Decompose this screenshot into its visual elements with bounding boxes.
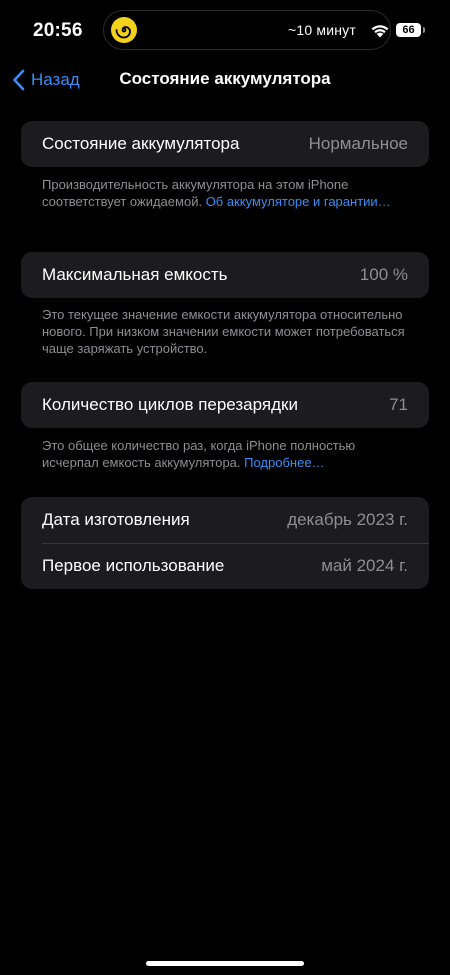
battery-state-group: Состояние аккумулятора Нормальное xyxy=(21,121,429,167)
wifi-icon xyxy=(371,25,389,38)
cycle-count-value: 71 xyxy=(389,395,408,414)
learn-more-link[interactable]: Подробнее… xyxy=(244,455,324,470)
manufacture-date-row: Дата изготовления декабрь 2023 г. xyxy=(21,497,429,543)
battery-state-label: Состояние аккумулятора xyxy=(42,134,240,153)
cycle-count-row: Количество циклов перезарядки 71 xyxy=(21,382,429,428)
manufacture-date-label: Дата изготовления xyxy=(42,510,190,529)
home-indicator[interactable] xyxy=(146,961,304,966)
first-use-label: Первое использование xyxy=(42,556,225,575)
status-time: 20:56 xyxy=(33,20,83,41)
timer-remaining: ~10 минут xyxy=(287,22,356,38)
cycle-count-label: Количество циклов перезарядки xyxy=(42,395,298,414)
battery-state-value: Нормальное xyxy=(308,134,408,153)
battery-icon: 66 xyxy=(396,23,425,37)
manufacture-date-value: декабрь 2023 г. xyxy=(287,510,408,529)
dynamic-island[interactable]: ~10 минут xyxy=(103,10,391,50)
back-label: Назад xyxy=(31,70,80,89)
max-capacity-footer-text: Это текущее значение емкости аккумулятор… xyxy=(42,307,405,356)
battery-state-footer: Производительность аккумулятора на этом … xyxy=(42,176,412,210)
dates-group: Дата изготовления декабрь 2023 г. Первое… xyxy=(21,497,429,589)
status-bar: 20:56 ~10 минут 66 xyxy=(0,0,450,60)
first-use-row: Первое использование май 2024 г. xyxy=(21,543,429,589)
battery-level: 66 xyxy=(402,24,415,36)
battery-state-row: Состояние аккумулятора Нормальное xyxy=(21,121,429,167)
max-capacity-footer: Это текущее значение емкости аккумулятор… xyxy=(42,306,412,357)
back-button[interactable]: Назад xyxy=(12,67,80,93)
spiral-icon xyxy=(111,17,137,43)
max-capacity-row: Максимальная емкость 100 % xyxy=(21,252,429,298)
first-use-value: май 2024 г. xyxy=(321,556,408,575)
cycle-count-group: Количество циклов перезарядки 71 xyxy=(21,382,429,428)
max-capacity-value: 100 % xyxy=(359,265,408,284)
chevron-left-icon xyxy=(13,69,25,91)
max-capacity-label: Максимальная емкость xyxy=(42,265,228,284)
cycle-count-footer: Это общее количество раз, когда iPhone п… xyxy=(42,437,412,471)
about-battery-link[interactable]: Об аккумуляторе и гарантии… xyxy=(206,194,391,209)
max-capacity-group: Максимальная емкость 100 % xyxy=(21,252,429,298)
